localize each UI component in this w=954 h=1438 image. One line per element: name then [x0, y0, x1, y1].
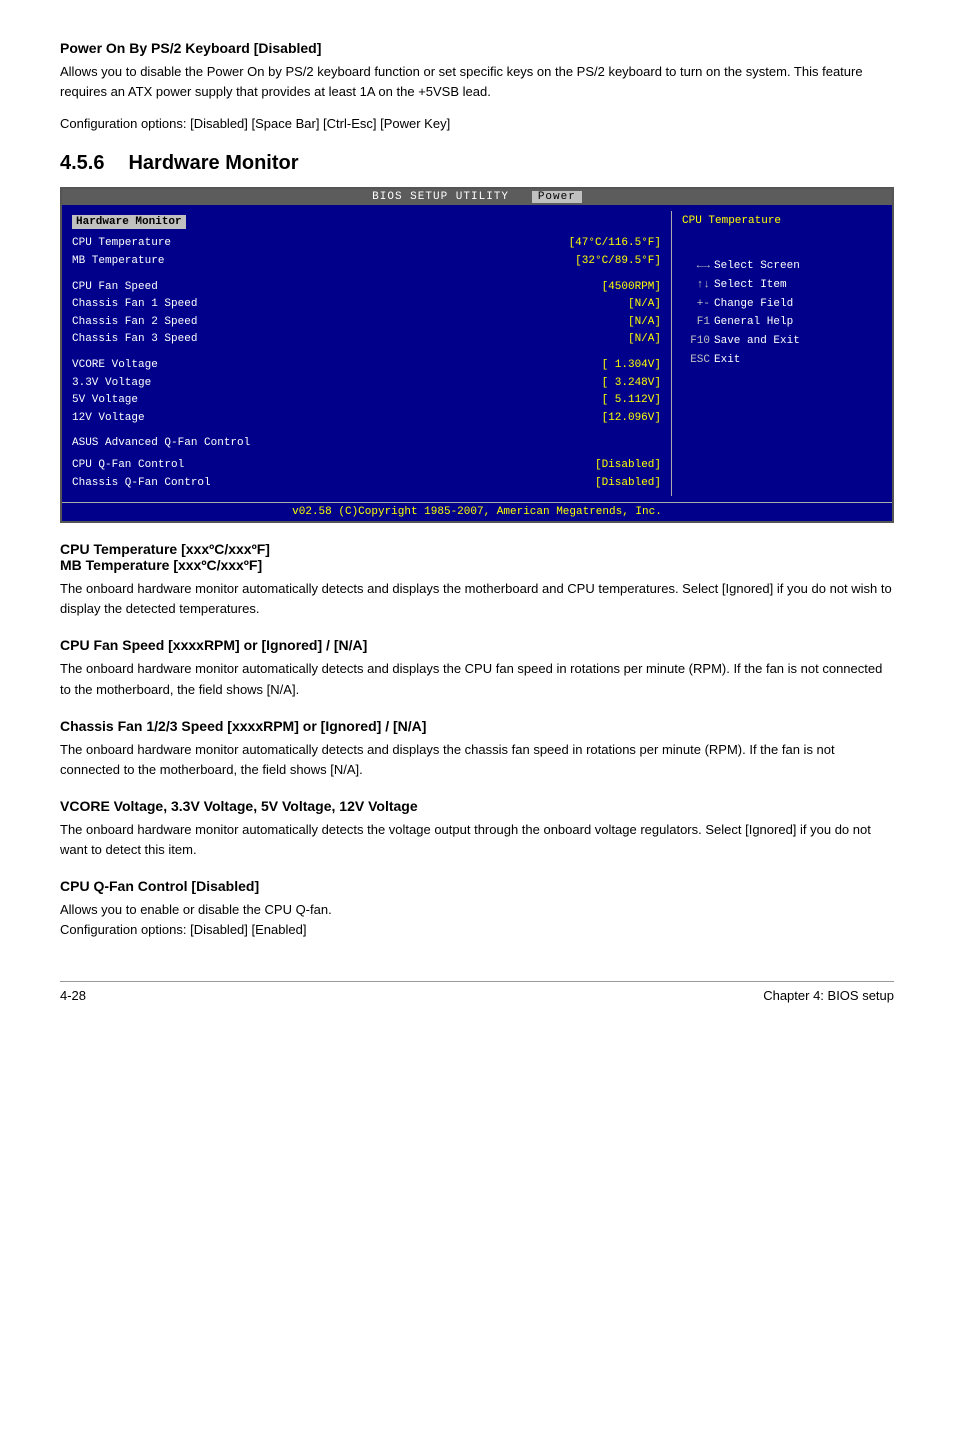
sub-section-voltage: VCORE Voltage, 3.3V Voltage, 5V Voltage,…: [60, 798, 894, 860]
sub-section-cpu-fan: CPU Fan Speed [xxxxRPM] or [Ignored] / […: [60, 637, 894, 699]
bios-row-chassis-fan2: Chassis Fan 2 Speed [N/A]: [72, 314, 661, 332]
bios-right-panel: CPU Temperature ←→ Select Screen ↑↓ Sele…: [672, 211, 892, 496]
key-row-item: ↑↓ Select Item: [682, 276, 882, 295]
section-label: Hardware Monitor: [128, 152, 298, 175]
bios-left-header: Hardware Monitor: [72, 215, 186, 229]
bios-row-advanced-label: ASUS Advanced Q-Fan Control: [72, 435, 661, 453]
hw-monitor-heading: 4.5.6 Hardware Monitor: [60, 152, 894, 175]
sub-body-voltage: The onboard hardware monitor automatical…: [60, 820, 894, 860]
sub-heading-voltage: VCORE Voltage, 3.3V Voltage, 5V Voltage,…: [60, 798, 894, 814]
sub-heading-chassis-fan: Chassis Fan 1/2/3 Speed [xxxxRPM] or [Ig…: [60, 718, 894, 734]
bios-row-cpu-qfan: CPU Q-Fan Control [Disabled]: [72, 457, 661, 475]
top-body2: Configuration options: [Disabled] [Space…: [60, 114, 894, 134]
top-body1: Allows you to disable the Power On by PS…: [60, 62, 894, 102]
footer-page-num: 4-28: [60, 988, 86, 1003]
key-row-screen: ←→ Select Screen: [682, 257, 882, 276]
section-number: 4.5.6: [60, 152, 104, 175]
sub-body-cpu-fan: The onboard hardware monitor automatical…: [60, 659, 894, 699]
bios-row-cpu-temp: CPU Temperature [47°C/116.5°F]: [72, 235, 661, 253]
bios-footer: v02.58 (C)Copyright 1985-2007, American …: [62, 502, 892, 521]
sub-body-chassis-fan: The onboard hardware monitor automatical…: [60, 740, 894, 780]
sub-heading-cpu-qfan: CPU Q-Fan Control [Disabled]: [60, 878, 894, 894]
bios-content: Hardware Monitor CPU Temperature [47°C/1…: [62, 205, 892, 502]
bios-tab: Power: [532, 191, 582, 203]
bios-row-mb-temp: MB Temperature [32°C/89.5°F]: [72, 253, 661, 271]
bios-title: BIOS SETUP UTILITY: [372, 191, 509, 203]
key-row-save: F10 Save and Exit: [682, 332, 882, 351]
sub-section-chassis-fan: Chassis Fan 1/2/3 Speed [xxxxRPM] or [Ig…: [60, 718, 894, 780]
sub-section-cpu-qfan: CPU Q-Fan Control [Disabled] Allows you …: [60, 878, 894, 940]
sub-body-temp: The onboard hardware monitor automatical…: [60, 579, 894, 619]
page-footer: 4-28 Chapter 4: BIOS setup: [60, 981, 894, 1003]
key-row-exit: ESC Exit: [682, 351, 882, 370]
key-row-field: +- Change Field: [682, 295, 882, 314]
bios-row-vcore: VCORE Voltage [ 1.304V]: [72, 357, 661, 375]
sub-body-cpu-qfan: Allows you to enable or disable the CPU …: [60, 900, 894, 940]
sub-heading-temp: CPU Temperature [xxxºC/xxxºF]MB Temperat…: [60, 541, 894, 573]
sub-heading-cpu-fan: CPU Fan Speed [xxxxRPM] or [Ignored] / […: [60, 637, 894, 653]
key-row-help: F1 General Help: [682, 313, 882, 332]
bios-row-chassis-fan3: Chassis Fan 3 Speed [N/A]: [72, 331, 661, 349]
bios-row-12v: 12V Voltage [12.096V]: [72, 410, 661, 428]
bios-left-panel: Hardware Monitor CPU Temperature [47°C/1…: [62, 211, 672, 496]
bios-row-cpu-fan: CPU Fan Speed [4500RPM]: [72, 279, 661, 297]
bios-right-title: CPU Temperature: [682, 215, 882, 227]
bios-row-3v3: 3.3V Voltage [ 3.248V]: [72, 375, 661, 393]
bios-row-5v: 5V Voltage [ 5.112V]: [72, 392, 661, 410]
sub-section-temp: CPU Temperature [xxxºC/xxxºF]MB Temperat…: [60, 541, 894, 619]
footer-chapter: Chapter 4: BIOS setup: [763, 988, 894, 1003]
bios-row-chassis-fan1: Chassis Fan 1 Speed [N/A]: [72, 296, 661, 314]
top-title: Power On By PS/2 Keyboard [Disabled]: [60, 40, 894, 56]
bios-title-bar: BIOS SETUP UTILITY Power: [62, 189, 892, 205]
bios-key-legend: ←→ Select Screen ↑↓ Select Item +- Chang…: [682, 257, 882, 369]
bios-row-chassis-qfan: Chassis Q-Fan Control [Disabled]: [72, 475, 661, 493]
bios-screenshot: BIOS SETUP UTILITY Power Hardware Monito…: [60, 187, 894, 523]
